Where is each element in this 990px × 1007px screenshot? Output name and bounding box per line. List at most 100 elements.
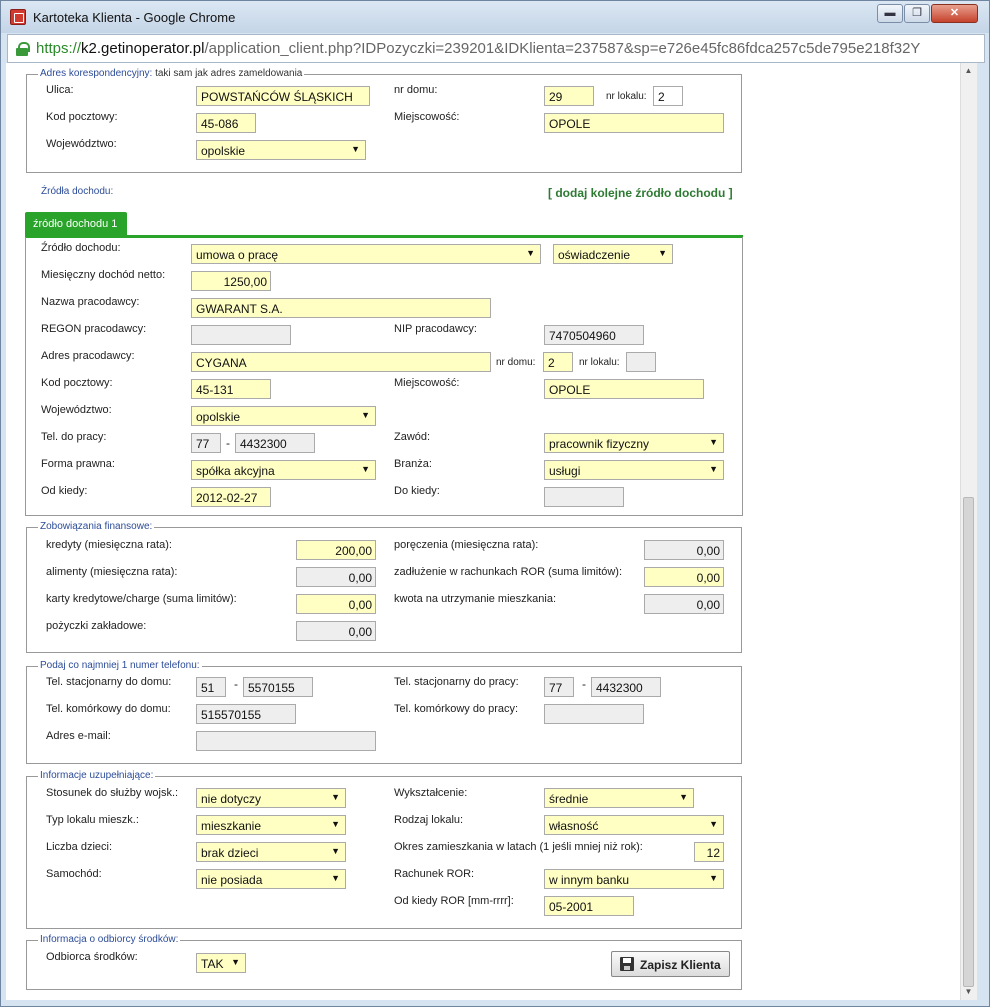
children-select[interactable]: brak dzieci ▼ bbox=[196, 842, 346, 862]
employer-flat-number-label: nr lokalu: bbox=[579, 357, 620, 368]
children-value: brak dzieci bbox=[201, 846, 259, 860]
flat-number-label: nr lokalu: bbox=[606, 91, 647, 102]
app-icon bbox=[10, 9, 26, 25]
education-select[interactable]: średnie ▼ bbox=[544, 788, 694, 808]
recipient-select[interactable]: TAK ▼ bbox=[196, 953, 246, 973]
net-income-input[interactable]: 1250,00 bbox=[191, 271, 271, 291]
employer-house-number-input[interactable]: 2 bbox=[543, 352, 573, 372]
employer-name-input[interactable]: GWARANT S.A. bbox=[191, 298, 491, 318]
home-phone-number-input[interactable]: 5570155 bbox=[243, 677, 313, 697]
chevron-down-icon: ▼ bbox=[709, 873, 718, 883]
industry-select[interactable]: usługi ▼ bbox=[544, 460, 724, 480]
work-mobile-input[interactable] bbox=[544, 704, 644, 724]
housing-cost-label: kwota na utrzymanie mieszkania: bbox=[394, 593, 557, 605]
credit-cards-input[interactable]: 0,00 bbox=[296, 594, 376, 614]
account-since-input[interactable]: 05-2001 bbox=[544, 896, 634, 916]
guarantees-label: poręczenia (miesięczna rata): bbox=[394, 539, 539, 551]
employed-from-input[interactable]: 2012-02-27 bbox=[191, 487, 271, 507]
employer-city-label: Miejscowość: bbox=[394, 377, 460, 389]
save-client-button[interactable]: Zapisz Klienta bbox=[611, 951, 730, 977]
flat-number-input[interactable]: 2 bbox=[653, 86, 683, 106]
work-landline-number-input[interactable]: 4432300 bbox=[591, 677, 661, 697]
employer-voivodeship-select[interactable]: opolskie ▼ bbox=[191, 406, 376, 426]
overdraft-input[interactable]: 0,00 bbox=[644, 567, 724, 587]
ownership-label: Rodzaj lokalu: bbox=[394, 814, 464, 826]
employer-regon-input[interactable] bbox=[191, 325, 291, 345]
ownership-select[interactable]: własność ▼ bbox=[544, 815, 724, 835]
maximize-button[interactable]: ❐ bbox=[904, 4, 930, 23]
occupation-value: pracownik fizyczny bbox=[549, 437, 650, 451]
chevron-down-icon: ▼ bbox=[331, 873, 340, 883]
employer-postal-code-input[interactable]: 45-131 bbox=[191, 379, 271, 399]
employer-postal-code-label: Kod pocztowy: bbox=[41, 377, 113, 389]
additional-info-legend: Informacje uzupełniające: bbox=[38, 770, 156, 781]
chevron-down-icon: ▼ bbox=[361, 410, 370, 420]
voivodeship-select[interactable]: opolskie ▼ bbox=[196, 140, 366, 160]
page-content: Adres korespondencyjny: taki sam jak adr… bbox=[6, 63, 976, 1000]
income-document-select[interactable]: oświadczenie ▼ bbox=[553, 244, 673, 264]
legal-form-select[interactable]: spółka akcyjna ▼ bbox=[191, 460, 376, 480]
save-client-label: Zapisz Klienta bbox=[640, 958, 721, 972]
housing-cost-input[interactable]: 0,00 bbox=[644, 594, 724, 614]
add-income-source-link[interactable]: [ dodaj kolejne źródło dochodu ] bbox=[548, 186, 733, 200]
chevron-down-icon: ▼ bbox=[526, 248, 535, 258]
credits-input[interactable]: 200,00 bbox=[296, 540, 376, 560]
lock-icon bbox=[16, 42, 30, 56]
legal-form-value: spółka akcyjna bbox=[196, 464, 275, 478]
employer-address-label: Adres pracodawcy: bbox=[41, 350, 135, 362]
url-scheme: https:// bbox=[36, 40, 82, 57]
occupation-label: Zawód: bbox=[394, 431, 431, 443]
tab-income-source-1[interactable]: źródło dochodu 1 bbox=[25, 212, 127, 236]
recipient-legend: Informacja o odbiorcy środków: bbox=[38, 934, 181, 945]
close-button[interactable]: ✕ bbox=[931, 4, 978, 23]
chevron-down-icon: ▼ bbox=[709, 464, 718, 474]
employer-city-input[interactable]: OPOLE bbox=[544, 379, 704, 399]
url-path: /application_client.php?IDPozyczki=23920… bbox=[204, 40, 921, 57]
income-source-select[interactable]: umowa o pracę ▼ bbox=[191, 244, 541, 264]
postal-code-input[interactable]: 45-086 bbox=[196, 113, 256, 133]
work-phone-number-input[interactable]: 4432300 bbox=[235, 433, 315, 453]
industry-value: usługi bbox=[549, 464, 581, 478]
employer-nip-label: NIP pracodawcy: bbox=[394, 323, 477, 335]
employed-to-input[interactable] bbox=[544, 487, 624, 507]
work-phone-area-input[interactable]: 77 bbox=[191, 433, 221, 453]
credits-label: kredyty (miesięczna rata): bbox=[46, 539, 172, 551]
url-text[interactable]: https://k2.getinoperator.pl/application_… bbox=[36, 40, 920, 57]
alimony-input[interactable]: 0,00 bbox=[296, 567, 376, 587]
children-label: Liczba dzieci: bbox=[46, 841, 113, 853]
chevron-down-icon: ▼ bbox=[331, 819, 340, 829]
residence-years-input[interactable]: 12 bbox=[694, 842, 724, 862]
occupation-select[interactable]: pracownik fizyczny ▼ bbox=[544, 433, 724, 453]
guarantees-input[interactable]: 0,00 bbox=[644, 540, 724, 560]
dwelling-type-select[interactable]: mieszkanie ▼ bbox=[196, 815, 346, 835]
minimize-button[interactable]: ▬ bbox=[877, 4, 903, 23]
employer-flat-number-input[interactable] bbox=[626, 352, 656, 372]
recipient-value: TAK bbox=[201, 957, 224, 971]
military-select[interactable]: nie dotyczy ▼ bbox=[196, 788, 346, 808]
company-loans-input[interactable]: 0,00 bbox=[296, 621, 376, 641]
scroll-up-arrow[interactable]: ▲ bbox=[960, 63, 977, 79]
employer-voivodeship-value: opolskie bbox=[196, 410, 241, 424]
employer-address-input[interactable]: CYGANA bbox=[191, 352, 491, 372]
phone-separator: - bbox=[234, 677, 238, 691]
chevron-down-icon: ▼ bbox=[679, 792, 688, 802]
scroll-down-arrow[interactable]: ▼ bbox=[960, 984, 977, 1000]
scrollbar-thumb[interactable] bbox=[963, 497, 974, 987]
home-phone-area-input[interactable]: 51 bbox=[196, 677, 226, 697]
email-input[interactable] bbox=[196, 731, 376, 751]
phones-legend: Podaj co najmniej 1 numer telefonu: bbox=[38, 660, 202, 671]
home-mobile-input[interactable]: 515570155 bbox=[196, 704, 296, 724]
street-input[interactable]: POWSTAŃCÓW ŚLĄSKICH bbox=[196, 86, 370, 106]
car-select[interactable]: nie posiada ▼ bbox=[196, 869, 346, 889]
chevron-down-icon: ▼ bbox=[231, 957, 240, 967]
house-number-input[interactable]: 29 bbox=[544, 86, 594, 106]
bank-account-select[interactable]: w innym banku ▼ bbox=[544, 869, 724, 889]
work-landline-area-input[interactable]: 77 bbox=[544, 677, 574, 697]
url-host: k2.getinoperator.pl bbox=[81, 40, 205, 57]
employer-house-number-label: nr domu: bbox=[496, 357, 536, 368]
employed-from-label: Od kiedy: bbox=[41, 485, 88, 497]
address-bar[interactable]: https://k2.getinoperator.pl/application_… bbox=[7, 34, 985, 63]
car-label: Samochód: bbox=[46, 868, 102, 880]
employer-nip-input[interactable]: 7470504960 bbox=[544, 325, 644, 345]
city-input[interactable]: OPOLE bbox=[544, 113, 724, 133]
